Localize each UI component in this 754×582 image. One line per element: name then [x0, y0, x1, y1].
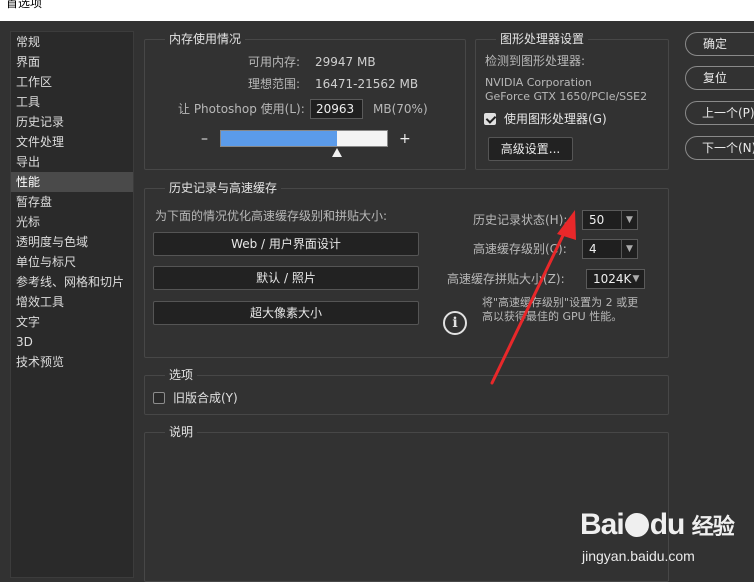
preferences-sidebar: 常规 界面 工作区 工具 历史记录 文件处理 导出 性能 暂存盘 光标 透明度与色域 单位与标尺 参考线… [10, 31, 134, 578]
use-gpu-checkbox[interactable] [484, 113, 496, 125]
watermark-url: jingyan.baidu.com [582, 548, 695, 564]
watermark-brand: Bai [580, 508, 625, 541]
description-title: 说明 [165, 424, 198, 440]
sidebar-item[interactable]: 常规 [11, 32, 133, 52]
sidebar-item[interactable]: 文件处理 [11, 132, 133, 152]
sidebar-item[interactable]: 3D [11, 332, 133, 352]
cache-tile-size-value: 1024K [593, 272, 632, 286]
gpu-advanced-settings-button[interactable]: 高级设置... [488, 137, 573, 161]
legacy-compositing-label: 旧版合成(Y) [173, 391, 238, 405]
previous-button[interactable]: 上一个(P) [685, 101, 754, 125]
sidebar-item[interactable]: 历史记录 [11, 112, 133, 132]
options-group: 选项 旧版合成(Y) [144, 367, 669, 415]
sidebar-item[interactable]: 技术预览 [11, 352, 133, 372]
info-icon: i [443, 311, 467, 335]
reset-button[interactable]: 复位 [685, 66, 754, 90]
history-states-value: 50 [589, 213, 605, 227]
sidebar-item[interactable]: 工作区 [11, 72, 133, 92]
available-memory-label: 可用内存: [248, 55, 301, 69]
sidebar-item[interactable]: 透明度与色域 [11, 232, 133, 252]
cache-levels-value: 4 [589, 242, 597, 256]
paw-icon [624, 513, 649, 537]
memory-slider-thumb[interactable] [332, 148, 343, 157]
sidebar-item[interactable]: 文字 [11, 312, 133, 332]
chevron-down-icon: ▼ [621, 211, 637, 229]
next-button[interactable]: 下一个(N) [685, 136, 754, 160]
gpu-performance-tip-line2: 高以获得最佳的 GPU 性能。 [482, 310, 623, 323]
chevron-down-icon: ▼ [621, 240, 637, 258]
sidebar-item[interactable]: 光标 [11, 212, 133, 232]
history-cache-title: 历史记录与高速缓存 [165, 180, 282, 196]
sidebar-item[interactable]: 增效工具 [11, 292, 133, 312]
history-cache-group: 历史记录与高速缓存 为下面的情况优化高速缓存级别和拼贴大小: Web / 用户界… [144, 180, 669, 358]
legacy-compositing-checkbox[interactable] [153, 392, 165, 404]
decrease-memory-button[interactable]: – [201, 131, 208, 147]
memory-usage-group: 内存使用情况 可用内存: 29947 MB 理想范围: 16471-21562 … [144, 31, 466, 170]
chevron-down-icon: ▼ [632, 274, 640, 284]
huge-pixel-dimensions-button[interactable]: 超大像素大小 [153, 301, 419, 325]
history-states-label: 历史记录状态(H): [473, 213, 568, 227]
cache-levels-select[interactable]: 4 ▼ [582, 239, 638, 259]
sidebar-item[interactable]: 参考线、网格和切片 [11, 272, 133, 292]
sidebar-item[interactable]: 暂存盘 [11, 192, 133, 212]
cache-levels-label: 高速缓存级别(C): [473, 242, 567, 256]
sidebar-item[interactable]: 界面 [11, 52, 133, 72]
baidu-jingyan-watermark: Bai du 经验 jingyan.baidu.com [580, 508, 754, 578]
gpu-settings-title: 图形处理器设置 [496, 31, 589, 47]
optimize-cache-label: 为下面的情况优化高速缓存级别和拼贴大小: [155, 209, 388, 223]
cache-tile-size-select[interactable]: 1024K ▼ [586, 269, 645, 289]
memory-slider-track[interactable] [220, 130, 388, 147]
memory-usage-input[interactable]: 20963 [310, 99, 363, 119]
web-ui-design-button[interactable]: Web / 用户界面设计 [153, 232, 419, 256]
ideal-range-label: 理想范围: [248, 77, 301, 91]
window-title: 首选项 [6, 0, 43, 10]
increase-memory-button[interactable]: + [399, 131, 411, 147]
sidebar-item[interactable]: 导出 [11, 152, 133, 172]
ideal-range-value: 16471-21562 MB [315, 77, 419, 91]
gpu-detected-label: 检测到图形处理器: [485, 54, 586, 68]
window-title-bar: 首选项 [0, 0, 754, 21]
gpu-settings-group: 图形处理器设置 检测到图形处理器: NVIDIA Corporation GeF… [475, 31, 669, 170]
sidebar-item[interactable]: 工具 [11, 92, 133, 112]
watermark-brand-du: du [649, 508, 686, 541]
sidebar-item[interactable]: 单位与标尺 [11, 252, 133, 272]
watermark-jingyan: 经验 [691, 514, 735, 539]
history-states-select[interactable]: 50 ▼ [582, 210, 638, 230]
gpu-model: GeForce GTX 1650/PCIe/SSE2 [485, 90, 648, 103]
let-photoshop-use-label: 让 Photoshop 使用(L): [178, 102, 305, 116]
memory-slider-fill [221, 131, 338, 146]
sidebar-item[interactable]: 性能 [11, 172, 133, 192]
cache-tile-size-label: 高速缓存拼贴大小(Z): [447, 272, 565, 286]
memory-unit-label: MB(70%) [373, 102, 428, 116]
options-title: 选项 [165, 367, 198, 383]
available-memory-value: 29947 MB [315, 55, 376, 69]
use-gpu-label: 使用图形处理器(G) [504, 112, 607, 126]
ok-button[interactable]: 确定 [685, 32, 754, 56]
default-photos-button[interactable]: 默认 / 照片 [153, 266, 419, 290]
memory-usage-title: 内存使用情况 [165, 31, 246, 47]
